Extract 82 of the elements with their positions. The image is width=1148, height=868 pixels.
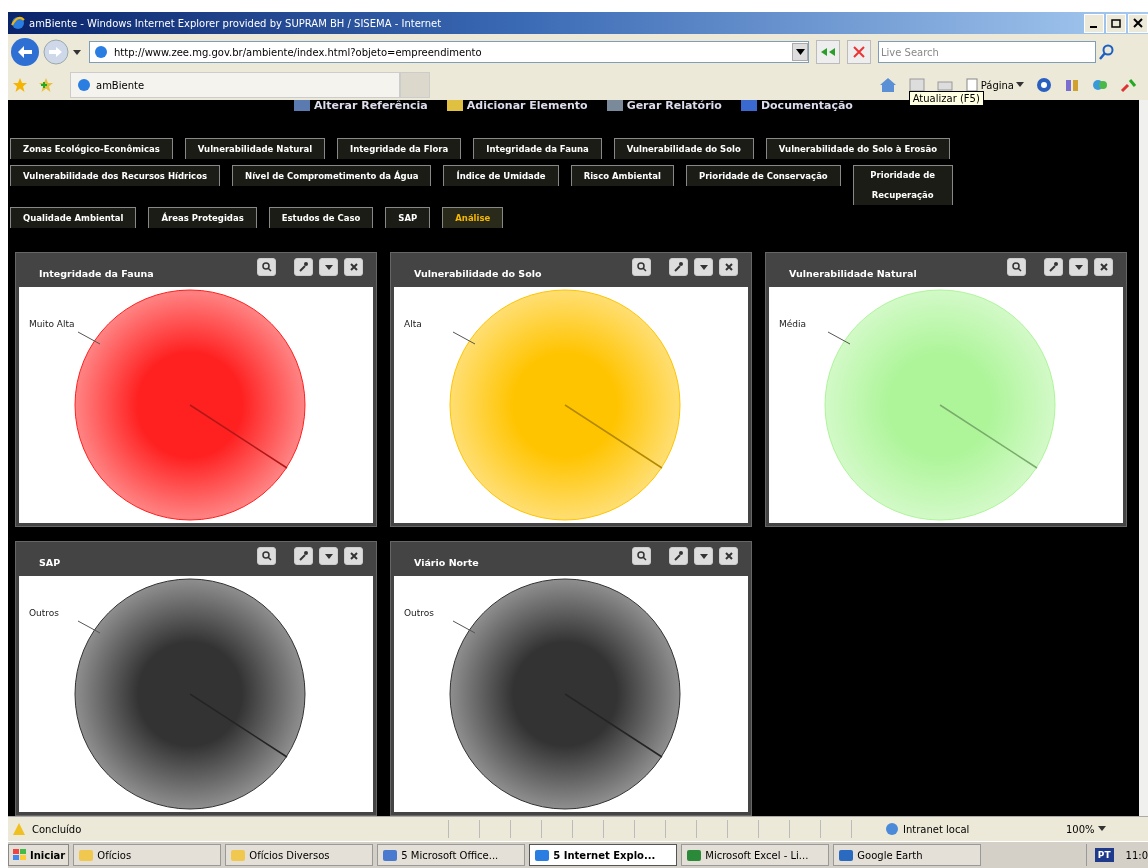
caret-icon[interactable] (1097, 826, 1106, 832)
leader-line (452, 620, 476, 634)
tab[interactable]: Qualidade Ambiental (10, 207, 137, 228)
zoom-level-button[interactable]: 100% (1060, 822, 1112, 836)
tab[interactable]: Análise (442, 207, 504, 228)
language-indicator[interactable]: PT (1094, 848, 1114, 862)
toolbar-button[interactable]: Alterar Referência (293, 100, 428, 112)
panel-title: Integridade da Fauna (39, 267, 154, 279)
window-icon[interactable] (838, 848, 855, 862)
page-menu[interactable]: Página (964, 78, 1024, 92)
star-icon[interactable] (12, 77, 28, 93)
taskbar-button[interactable]: 5 Microsoft Office... (377, 844, 526, 866)
tab[interactable]: Risco Ambiental (570, 165, 674, 186)
tab[interactable]: Integridade da Flora (337, 138, 462, 159)
leader-line (827, 331, 851, 345)
home-icon[interactable] (878, 77, 897, 93)
toolbar-icon[interactable] (445, 100, 464, 112)
scrollbar[interactable] (1139, 100, 1148, 816)
toolbar-icon[interactable] (293, 100, 312, 112)
leader-line (77, 331, 101, 345)
tab[interactable]: Índice de Umidade (443, 165, 559, 186)
toolbar-button[interactable]: Adicionar Elemento (445, 100, 588, 112)
taskbar-button[interactable]: Microsoft Excel - Li... (681, 844, 830, 866)
taskbar-button[interactable]: Ofícios Diversos (225, 844, 374, 866)
tab[interactable]: Nível de Comprometimento da Água (232, 165, 432, 186)
tab[interactable]: Vulnerabilidade do Solo à Erosão (765, 138, 950, 159)
window-icon[interactable] (686, 848, 703, 862)
tab-title: amBiente (96, 79, 145, 91)
tab[interactable]: Áreas Protegidas (148, 207, 257, 228)
clock: 11:0 (1125, 849, 1148, 861)
slice-label: Outros (29, 608, 59, 618)
leader-line (452, 331, 476, 345)
back-icon[interactable] (10, 37, 40, 67)
dropdown-arrow-icon[interactable] (72, 47, 82, 57)
tab[interactable]: Zonas Ecológico-Econômicas (10, 138, 173, 159)
tab[interactable]: Prioridade de Recuperação (852, 165, 953, 206)
slice-label: Média (779, 319, 807, 329)
panel-title: Vulnerabilidade do Solo (414, 267, 542, 279)
status-text: Concluído (32, 823, 83, 835)
zone-indicator: Intranet local (884, 822, 1054, 836)
leader-line (77, 620, 101, 634)
refresh-button[interactable] (816, 40, 840, 64)
windows-logo-icon[interactable] (12, 848, 28, 862)
tab[interactable]: SAP (385, 207, 431, 228)
panel-title: Viário Norte (414, 556, 479, 568)
window-icon[interactable] (534, 848, 551, 862)
panel-title: Vulnerabilidade Natural (789, 267, 917, 279)
address-field[interactable]: http://www.zee.mg.gov.br/ambiente/index.html?objeto=empreendimento (89, 41, 809, 63)
toolbar-button[interactable]: Gerar Relatório (605, 100, 722, 112)
slice-label: Outros (404, 608, 434, 618)
tab[interactable]: Estudos de Caso (268, 207, 374, 228)
stop-icon[interactable] (853, 46, 865, 58)
taskbar-button[interactable]: Google Earth (833, 844, 982, 866)
caret-icon[interactable] (1016, 82, 1024, 88)
slice-label: Muito Alta (29, 319, 75, 329)
window-icon[interactable] (382, 848, 399, 862)
tab[interactable]: Integridade da Fauna (473, 138, 602, 159)
tab[interactable]: Prioridade de Conservação (685, 165, 841, 186)
tab[interactable]: Vulnerabilidade do Solo (613, 138, 754, 159)
url-text: http://www.zee.mg.gov.br/ambiente/index.html?objeto=empreendimento (114, 46, 483, 58)
caret-icon[interactable] (795, 49, 805, 55)
tooltip: Atualizar (F5) (908, 91, 984, 106)
tab[interactable]: Vulnerabilidade Natural (184, 138, 326, 159)
stop-button[interactable] (847, 40, 871, 64)
help-icon[interactable] (1036, 77, 1052, 93)
slice-label: Alta (404, 319, 422, 329)
panel-title: SAP (39, 556, 61, 568)
arrows-icon[interactable] (820, 46, 836, 58)
toolbar-icon[interactable] (605, 100, 624, 112)
toolbar-button[interactable]: Documentação (739, 100, 853, 112)
globe-icon (884, 822, 900, 836)
dropdown-button[interactable] (792, 43, 808, 61)
search-field[interactable]: Live Search (878, 41, 1096, 63)
tab[interactable]: Vulnerabilidade dos Recursos Hídricos (10, 165, 221, 186)
browser-tab[interactable]: amBiente (70, 72, 400, 98)
start-button[interactable]: Iniciar (8, 844, 70, 866)
search-icon[interactable] (1099, 44, 1115, 60)
browser-logo-icon (11, 16, 25, 30)
window-title: amBiente - Windows Internet Explorer provided by SUPRAM BH / SISEMA - Internet (29, 17, 443, 29)
warning-icon (12, 822, 26, 836)
taskbar-button[interactable]: Ofícios (73, 844, 222, 866)
taskbar-button[interactable]: 5 Internet Explo... (529, 844, 678, 866)
